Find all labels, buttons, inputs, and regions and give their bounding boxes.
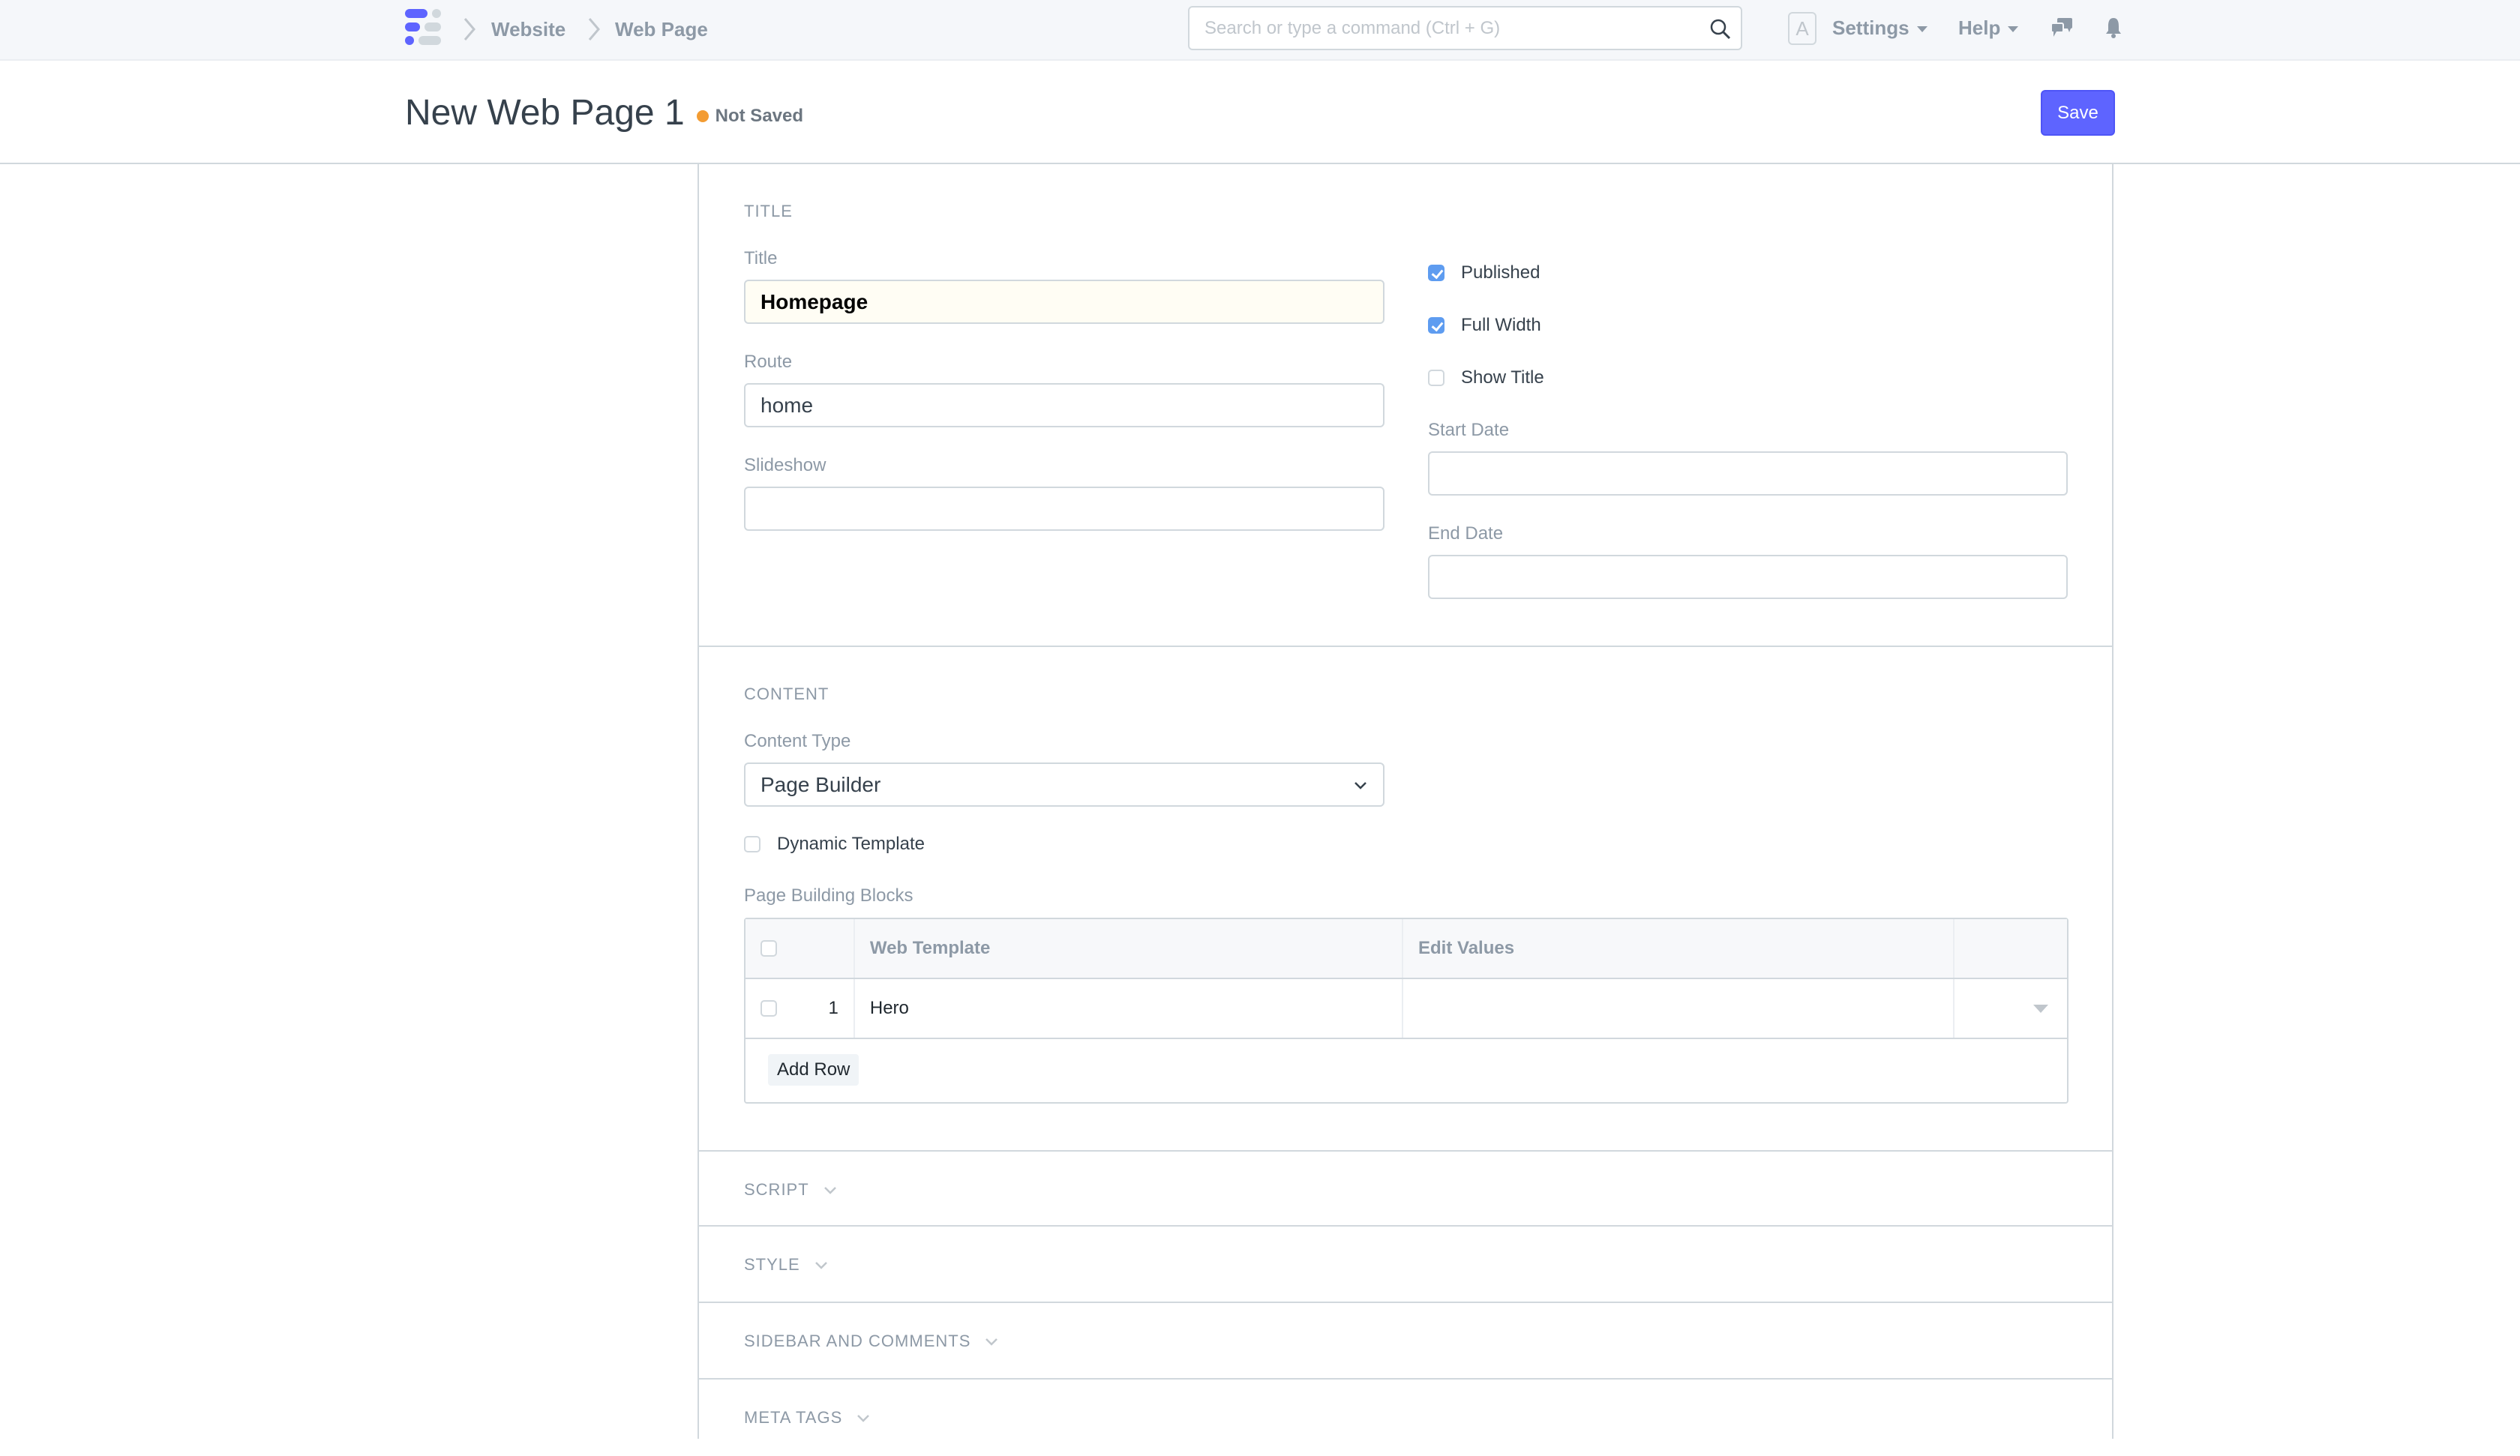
section-heading[interactable]: SCRIPT <box>744 1180 838 1200</box>
slideshow-label: Slideshow <box>744 455 826 475</box>
show-title-label: Show Title <box>1461 367 1544 388</box>
row-actions-cell[interactable] <box>1954 979 2067 1038</box>
published-label: Published <box>1461 262 1540 283</box>
caret-down-icon <box>1916 26 1928 33</box>
breadcrumb-chevron-icon <box>588 18 600 40</box>
search-bar <box>1188 6 1742 50</box>
column-header-web-template: Web Template <box>855 919 1404 978</box>
title-input[interactable] <box>744 280 1384 324</box>
breadcrumb-chevron-icon <box>464 18 476 40</box>
help-dropdown[interactable]: Help <box>1958 16 2019 40</box>
title-label: Title <box>744 248 778 268</box>
checkbox-unchecked-icon[interactable] <box>744 836 760 852</box>
settings-label: Settings <box>1832 16 1910 39</box>
breadcrumb-website[interactable]: Website <box>491 18 566 41</box>
status-badge: Not Saved <box>696 106 804 127</box>
content-type-value: Page Builder <box>760 773 881 796</box>
section-heading: TITLE <box>744 202 793 220</box>
full-width-checkbox[interactable]: Full Width <box>1428 315 1541 336</box>
navbar: Website Web Page A Settings Help <box>0 0 2520 61</box>
add-row-button[interactable]: Add Row <box>768 1054 860 1086</box>
section-heading[interactable]: SIDEBAR AND COMMENTS <box>744 1332 999 1351</box>
bell-icon[interactable] <box>2102 16 2126 39</box>
search-icon[interactable] <box>1709 18 1732 40</box>
breadcrumb-web-page[interactable]: Web Page <box>615 18 708 41</box>
form-card: TITLE Title Route Slideshow Published Fu… <box>698 164 2114 1439</box>
column-header-edit-values: Edit Values <box>1403 919 1955 978</box>
route-label: Route <box>744 352 793 372</box>
checkbox-checked-icon[interactable] <box>1428 317 1444 334</box>
select-all-cell <box>746 919 855 978</box>
route-input[interactable] <box>744 383 1384 427</box>
select-all-checkbox[interactable] <box>760 940 777 957</box>
start-date-input[interactable] <box>1428 451 2068 496</box>
end-date-label: End Date <box>1428 523 1504 544</box>
column-header-actions <box>1954 919 2067 978</box>
row-checkbox[interactable] <box>760 1000 777 1017</box>
page-building-blocks-table: Web Template Edit Values 1 Hero Add Row <box>744 918 2068 1104</box>
frappe-logo-icon[interactable] <box>405 9 442 46</box>
section-style[interactable]: STYLE <box>699 1227 2112 1303</box>
chevron-down-icon <box>857 1415 870 1422</box>
chat-icon[interactable] <box>2050 16 2074 39</box>
section-sidebar-and-comments[interactable]: SIDEBAR AND COMMENTS <box>699 1303 2112 1380</box>
section-sidebar-label: SIDEBAR AND COMMENTS <box>744 1332 971 1350</box>
section-heading[interactable]: STYLE <box>744 1255 829 1275</box>
checkbox-unchecked-icon[interactable] <box>1428 370 1444 386</box>
published-checkbox[interactable]: Published <box>1428 262 1540 283</box>
caret-down-icon <box>2008 26 2019 33</box>
section-script-label: SCRIPT <box>744 1180 809 1199</box>
chevron-down-icon <box>814 1262 827 1269</box>
section-heading[interactable]: META TAGS <box>744 1408 871 1428</box>
section-script[interactable]: SCRIPT <box>699 1150 2112 1227</box>
page-title: New Web Page 1 <box>405 93 685 133</box>
section-title: TITLE Title Route Slideshow Published Fu… <box>699 164 2112 647</box>
table-row[interactable]: 1 Hero <box>746 979 2067 1039</box>
chevron-down-icon <box>1354 782 1366 789</box>
edit-values-cell[interactable] <box>1403 979 1955 1038</box>
slideshow-input[interactable] <box>744 487 1384 531</box>
save-button[interactable]: Save <box>2041 90 2115 136</box>
dynamic-template-checkbox[interactable]: Dynamic Template <box>744 834 925 855</box>
content-type-select[interactable]: Page Builder <box>744 762 1384 807</box>
row-select-cell: 1 <box>746 979 855 1038</box>
section-heading: CONTENT <box>744 685 830 703</box>
chevron-down-icon <box>986 1338 998 1346</box>
content-type-label: Content Type <box>744 731 851 751</box>
table-footer: Add Row <box>746 1039 2067 1102</box>
table-header-row: Web Template Edit Values <box>746 919 2067 979</box>
chevron-down-icon <box>824 1187 836 1194</box>
full-width-label: Full Width <box>1461 315 1541 335</box>
row-dropdown-icon[interactable] <box>2032 1003 2049 1014</box>
row-index: 1 <box>828 998 838 1018</box>
avatar[interactable]: A <box>1788 12 1816 45</box>
checkbox-checked-icon[interactable] <box>1428 265 1444 281</box>
end-date-input[interactable] <box>1428 555 2068 599</box>
dynamic-template-label: Dynamic Template <box>777 834 925 854</box>
search-input[interactable] <box>1204 7 1684 49</box>
help-label: Help <box>1958 16 2001 39</box>
settings-dropdown[interactable]: Settings <box>1832 16 1928 40</box>
web-template-cell[interactable]: Hero <box>855 979 1403 1038</box>
section-meta-tags[interactable]: META TAGS <box>699 1380 2112 1456</box>
status-dot-icon <box>696 110 709 122</box>
status-text: Not Saved <box>715 106 804 126</box>
page-head: New Web Page 1 Not Saved Save <box>0 62 2520 164</box>
start-date-label: Start Date <box>1428 420 1510 440</box>
section-style-label: STYLE <box>744 1255 800 1274</box>
section-meta-tags-label: META TAGS <box>744 1408 843 1427</box>
show-title-checkbox[interactable]: Show Title <box>1428 367 1544 388</box>
page-building-blocks-label: Page Building Blocks <box>744 885 914 906</box>
